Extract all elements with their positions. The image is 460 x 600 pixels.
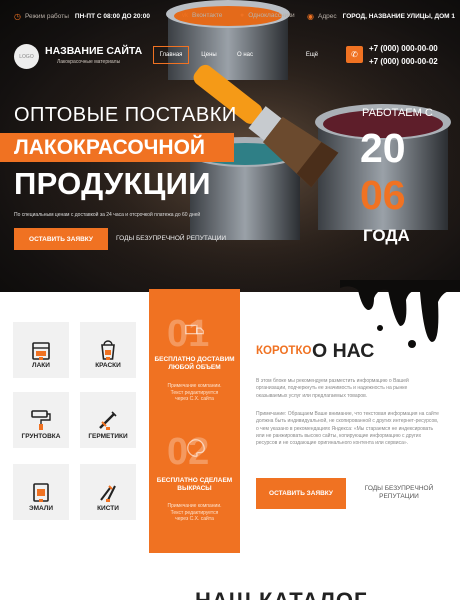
benefits-column: 01 БЕСПЛАТНО ДОСТАВИМ ЛЮБОЙ ОБЪЕМ Примеч…	[149, 289, 240, 553]
address-label: Адрес	[317, 13, 337, 20]
category-accent	[106, 357, 110, 360]
truck-icon	[185, 324, 204, 335]
about-paragraph-2: Примечание: Обращаем Ваше внимание, что …	[256, 411, 439, 446]
work-since-bottom: 06	[360, 172, 406, 218]
about-title: О НАС	[312, 340, 375, 362]
benefit-text: Примечание компании. Текст редактируется…	[167, 383, 222, 402]
hero-title-line3: ПРОДУКЦИИ	[14, 166, 211, 201]
about-paragraph-1: В этом блоке мы рекомендуем разместить и…	[256, 378, 409, 399]
hero-title-line2: ЛАКОКРАСОЧНОЙ	[0, 133, 234, 162]
category-tile-paints[interactable]	[80, 322, 136, 378]
category-accent	[106, 499, 110, 502]
hero-description: По специальным ценам с доставкой за 24 ч…	[14, 212, 201, 218]
hours-label: Режим работы	[24, 13, 69, 20]
benefit-text: Примечание компании. Текст редактируется…	[167, 503, 222, 522]
work-since-top: 20	[360, 125, 406, 171]
vk-icon: vk	[182, 12, 188, 19]
hours-value: ПН-ПТ С 08:00 ДО 20:00	[74, 13, 150, 20]
nav-item-home[interactable]: Главная	[153, 46, 189, 64]
hero-section: ◷ Режим работы ПН-ПТ С 08:00 ДО 20:00 vk…	[0, 0, 460, 292]
site-name: НАЗВАНИЕ САЙТА	[45, 45, 143, 57]
category-accent	[39, 499, 43, 502]
about-kicker: КОРОТКО	[256, 345, 312, 357]
working-hours: ◷ Режим работы ПН-ПТ С 08:00 ДО 20:00	[14, 12, 150, 21]
site-subtitle: Лакокрасочные материалы	[57, 59, 121, 65]
palette-icon	[187, 439, 205, 457]
phone-icon: ✆	[346, 46, 363, 63]
category-accent	[106, 427, 110, 430]
top-info-bar: ◷ Режим работы ПН-ПТ С 08:00 ДО 20:00 vk…	[0, 0, 460, 34]
benefit-title: БЕСПЛАТНО ДОСТАВИМ ЛЮБОЙ ОБЪЕМ	[154, 356, 235, 371]
address: ◉ Адрес ГОРОД, НАЗВАНИЕ УЛИЦЫ, ДОМ 1	[307, 12, 455, 21]
about-reputation: ГОДЫ БЕЗУПРЕЧНОЙ РЕПУТАЦИИ	[364, 485, 434, 500]
nav-item-prices[interactable]: Цены	[197, 46, 221, 64]
nav-item-about[interactable]: О нас	[232, 46, 258, 64]
about-cta-button[interactable]: ОСТАВИТЬ ЗАЯВКУ	[256, 478, 346, 509]
phone-number-2[interactable]: +7 (000) 000-00-02	[369, 57, 438, 66]
nav-item-more[interactable]: Ещё	[301, 46, 323, 64]
category-label-sealants[interactable]: ГЕРМЕТИКИ	[73, 433, 143, 440]
category-label-enamels[interactable]: ЭМАЛИ	[6, 505, 76, 512]
ok-label: Одноклассники	[248, 12, 295, 19]
work-since-label: РАБОТАЕМ С	[362, 107, 433, 119]
map-pin-icon: ◉	[307, 12, 314, 21]
category-accent	[39, 357, 43, 360]
category-accent	[39, 427, 43, 430]
hero-title-line1: ОПТОВЫЕ ПОСТАВКИ	[14, 104, 237, 126]
ok-icon: ●	[240, 12, 245, 19]
benefit-title: БЕСПЛАТНО СДЕЛАЕМ ВЫКРАСЫ	[156, 477, 233, 492]
vk-label: Вконтакте	[192, 12, 223, 19]
category-label-brushes[interactable]: КИСТИ	[73, 505, 143, 512]
category-label-varnish[interactable]: ЛАКИ	[6, 362, 76, 369]
social-vk-link[interactable]: vk Вконтакте	[182, 12, 222, 19]
work-since-suffix: ГОДА	[363, 226, 410, 245]
hero-cta-button[interactable]: ОСТАВИТЬ ЗАЯВКУ	[14, 228, 108, 250]
phone-number-1[interactable]: +7 (000) 000-00-00	[369, 44, 438, 53]
hero-reputation: ГОДЫ БЕЗУПРЕЧНОЙ РЕПУТАЦИИ	[116, 235, 227, 242]
address-value: ГОРОД, НАЗВАНИЕ УЛИЦЫ, ДОМ 1	[342, 13, 456, 20]
category-label-primer[interactable]: ГРУНТОВКА	[6, 433, 76, 440]
category-label-paints[interactable]: КРАСКИ	[73, 362, 143, 369]
catalog-title: НАШ КАТАЛОГ	[195, 588, 367, 600]
social-ok-link[interactable]: ● Одноклассники	[240, 12, 295, 19]
logo[interactable]: LOGO	[14, 44, 39, 69]
category-tile-varnish[interactable]	[13, 322, 69, 378]
clock-icon: ◷	[14, 12, 21, 21]
